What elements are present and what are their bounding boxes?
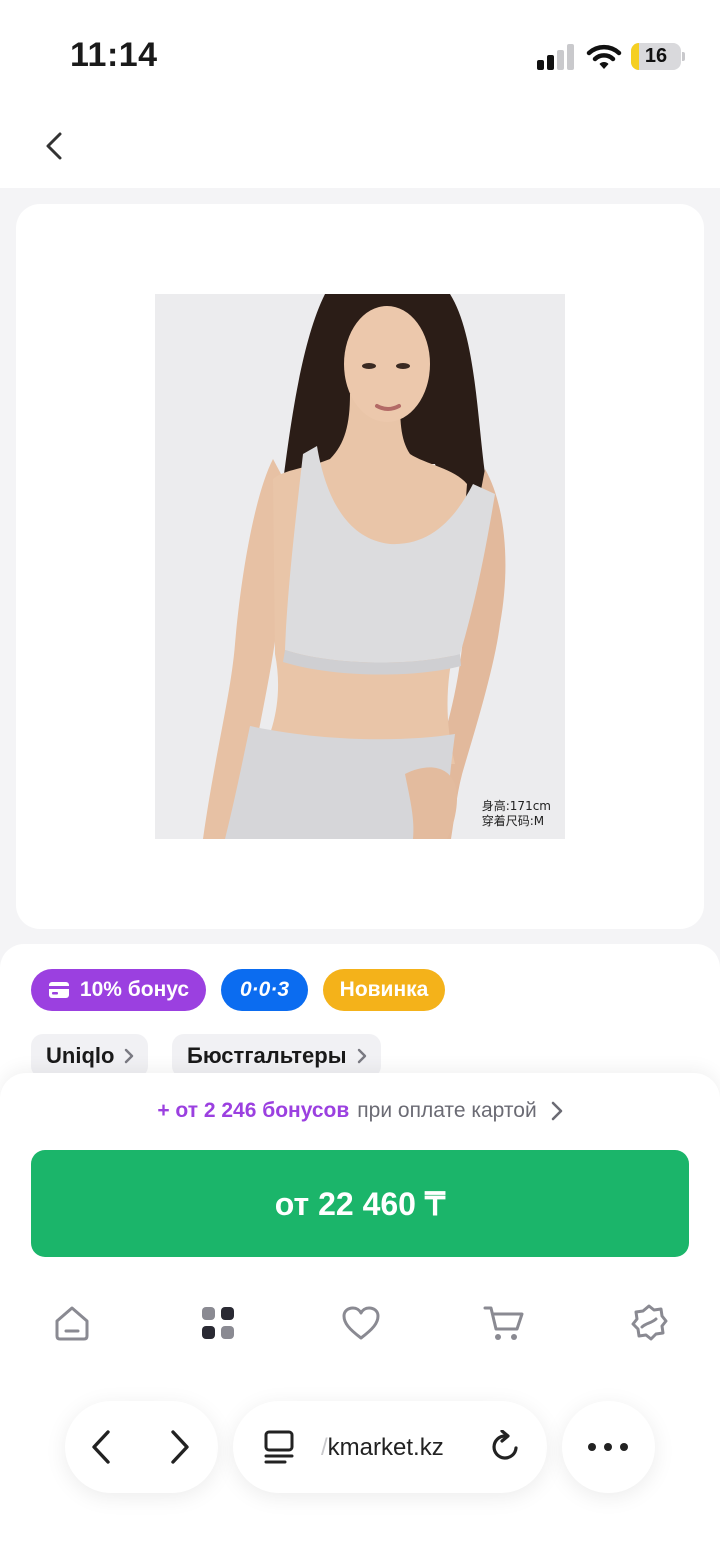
chevron-right-icon <box>125 1048 134 1064</box>
product-photo[interactable]: 身高:171cm 穿着尺码:M <box>155 294 565 839</box>
reload-icon <box>492 1430 518 1460</box>
page-menu-button[interactable] <box>257 1425 301 1469</box>
product-image-card: 身高:171cm 穿着尺码:M <box>16 204 704 929</box>
chevron-right-icon <box>357 1048 366 1064</box>
browser-nav-controls <box>65 1401 218 1493</box>
battery-level: 16 <box>644 45 668 67</box>
bonus-amount: + от 2 246 бонусов <box>157 1099 350 1122</box>
buy-price-button[interactable]: от 22 460 ₸ <box>31 1150 689 1257</box>
cart-icon <box>483 1306 524 1340</box>
photo-caption-height: 身高:171cm <box>481 799 551 813</box>
reload-button[interactable] <box>483 1425 527 1469</box>
status-bar: 11:14 16 <box>0 0 720 110</box>
browser-address-bar[interactable]: /kmarket.kz <box>233 1401 547 1493</box>
url-prefix: / <box>321 1434 328 1461</box>
more-options-button[interactable] <box>586 1425 630 1469</box>
tab-cart[interactable] <box>476 1295 532 1351</box>
back-button[interactable] <box>30 122 78 170</box>
account-icon <box>631 1304 668 1341</box>
tab-favorites[interactable] <box>333 1295 389 1351</box>
tab-catalog[interactable] <box>190 1295 246 1351</box>
chevron-left-icon <box>46 132 62 160</box>
installment-badge-label: 0·0·3 <box>239 978 290 1001</box>
url-domain: kmarket.kz <box>327 1434 444 1461</box>
bonus-badge[interactable]: 10% бонус <box>31 969 206 1011</box>
bonus-badge-label: 10% бонус <box>79 978 190 1001</box>
buy-price-label: от 22 460 ₸ <box>274 1185 446 1222</box>
browser-forward-button[interactable] <box>158 1425 202 1469</box>
catalog-icon <box>202 1307 234 1339</box>
new-badge: Новинка <box>323 969 445 1011</box>
chevron-left-icon <box>92 1430 110 1464</box>
more-dots-icon <box>588 1443 628 1451</box>
product-photo-illustration <box>155 294 565 839</box>
photo-caption: 身高:171cm 穿着尺码:M <box>482 799 551 829</box>
browser-more-controls <box>562 1401 655 1493</box>
battery-icon: 16 <box>631 43 685 70</box>
heart-icon <box>342 1306 380 1340</box>
breadcrumb-brand[interactable]: Uniqlo <box>31 1034 149 1078</box>
tab-bar <box>0 1295 720 1351</box>
installment-badge[interactable]: 0·0·3 <box>221 969 308 1011</box>
browser-back-button[interactable] <box>79 1425 123 1469</box>
home-icon <box>55 1306 89 1341</box>
card-icon <box>48 982 69 998</box>
chevron-right-icon <box>551 1101 562 1121</box>
photo-caption-size: 穿着尺码:M <box>481 814 545 828</box>
product-header <box>0 110 720 188</box>
wifi-icon <box>586 42 622 70</box>
breadcrumb-category[interactable]: Бюстгальтеры <box>172 1034 381 1078</box>
url-display: /kmarket.kz <box>321 1434 444 1462</box>
breadcrumb-brand-label: Uniqlo <box>46 1043 115 1068</box>
bonus-note: при оплате картой <box>357 1099 537 1122</box>
chevron-right-icon <box>171 1430 189 1464</box>
new-badge-label: Новинка <box>339 978 429 1001</box>
tab-account[interactable] <box>621 1295 677 1351</box>
page-menu-icon <box>264 1430 294 1464</box>
bonus-offer-link[interactable]: + от 2 246 бонусов при оплате картой <box>0 1096 720 1126</box>
tab-home[interactable] <box>44 1295 100 1351</box>
breadcrumb-category-label: Бюстгальтеры <box>187 1043 347 1068</box>
status-time: 11:14 <box>70 36 158 74</box>
cellular-signal-icon <box>537 44 575 70</box>
